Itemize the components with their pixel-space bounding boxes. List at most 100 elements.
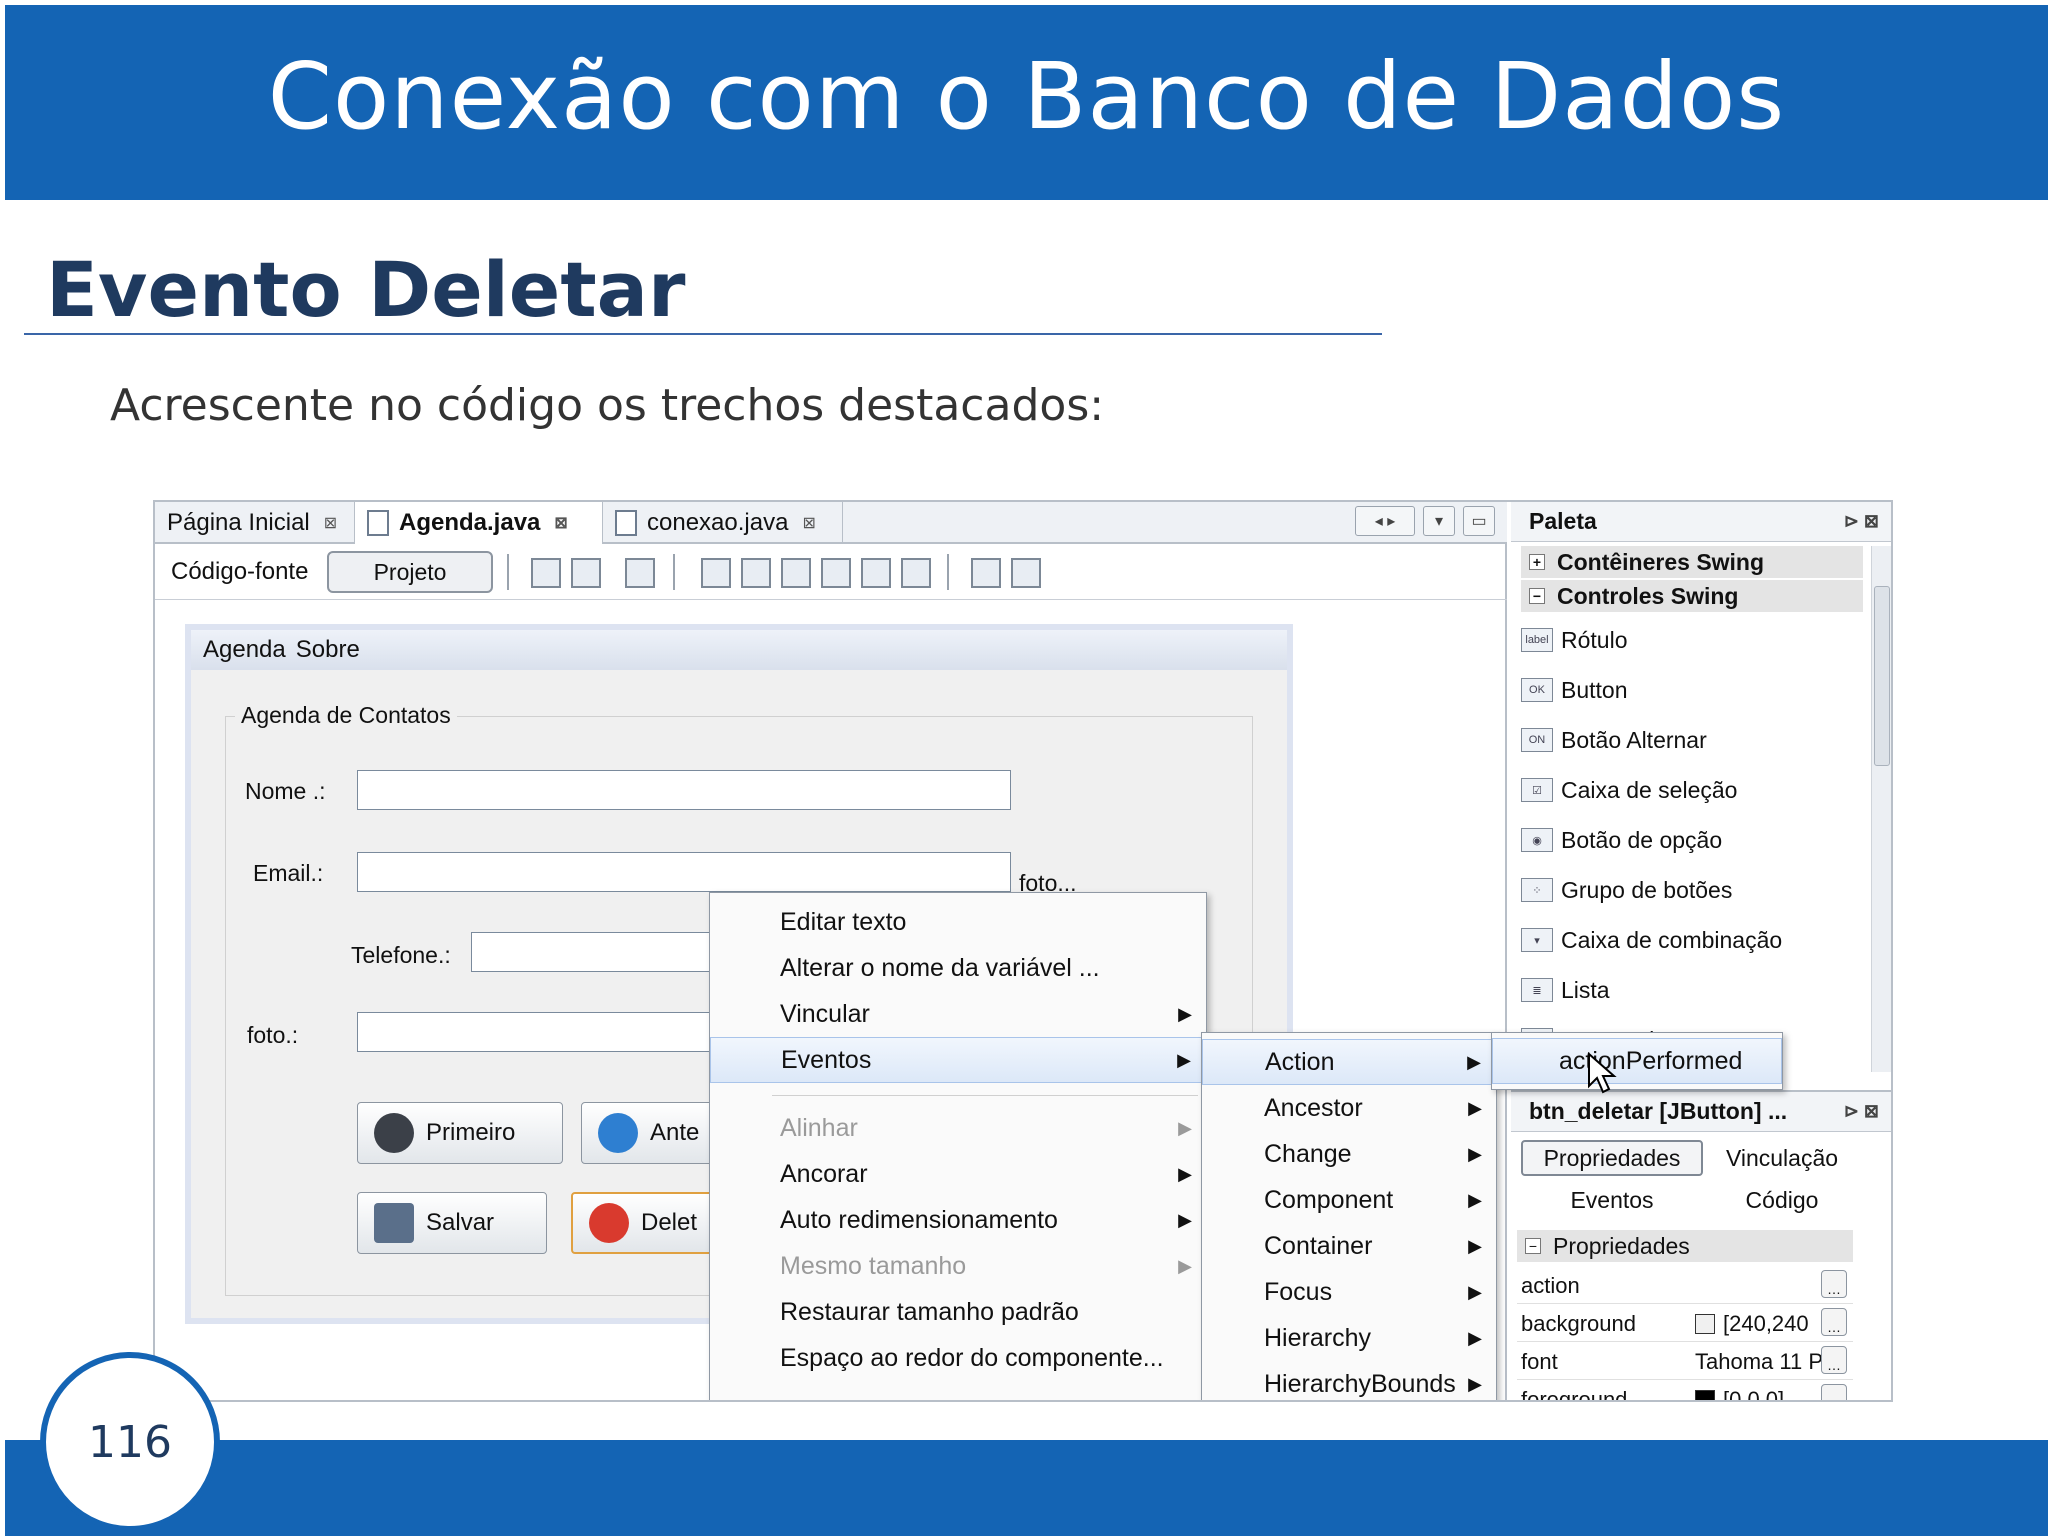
resize-vertical-icon[interactable] <box>1011 558 1041 588</box>
tab-conexao-java[interactable]: conexao.java ⊠ <box>603 502 843 544</box>
menu-item-auto-redimensionamento[interactable]: Auto redimensionamento ▶ <box>710 1197 1206 1243</box>
property-key: foreground <box>1521 1387 1628 1402</box>
menu-item-ancorar[interactable]: Ancorar ▶ <box>710 1151 1206 1197</box>
expand-icon: + <box>1529 554 1545 570</box>
align-top-icon[interactable] <box>821 558 851 588</box>
primeiro-button[interactable]: Primeiro <box>357 1102 563 1164</box>
tab-agenda-java[interactable]: Agenda.java ⊠ <box>355 502 603 544</box>
menu-item-espaco-componente[interactable]: Espaço ao redor do componente... <box>710 1335 1206 1381</box>
salvar-button[interactable]: Salvar <box>357 1192 547 1254</box>
center-horizontal-icon[interactable] <box>781 558 811 588</box>
ellipsis-button[interactable]: … <box>1821 1384 1847 1400</box>
design-view-button[interactable]: Projeto <box>327 551 493 593</box>
menu-item-ancestor[interactable]: Ancestor ▶ <box>1202 1085 1496 1131</box>
chevron-down-icon[interactable]: ▾ <box>1423 506 1455 536</box>
submenu-arrow-icon: ▶ <box>1178 1003 1192 1024</box>
foto-input[interactable] <box>357 1012 717 1052</box>
palette-item-button[interactable]: OK Button <box>1521 670 1628 710</box>
property-row-action[interactable]: action … <box>1517 1266 1853 1304</box>
menu-item-hierarchy[interactable]: Hierarchy ▶ <box>1202 1315 1496 1361</box>
menu-item-vincular[interactable]: Vincular ▶ <box>710 991 1206 1037</box>
center-vertical-icon[interactable] <box>901 558 931 588</box>
property-value: [0,0,0] <box>1695 1387 1784 1400</box>
salvar-button-label: Salvar <box>426 1209 495 1236</box>
tab-codigo[interactable]: Código <box>1707 1182 1857 1218</box>
combobox-icon: ▾ <box>1521 928 1553 952</box>
menu-item-label: Container <box>1264 1231 1373 1260</box>
close-icon[interactable]: ⊠ <box>324 513 337 533</box>
menu-item-change[interactable]: Change ▶ <box>1202 1131 1496 1177</box>
menu-item-focus[interactable]: Focus ▶ <box>1202 1269 1496 1315</box>
palette-item-label: Button <box>1561 676 1628 703</box>
palette-category-controls[interactable]: − Controles Swing <box>1521 580 1863 612</box>
palette-item-checkbox[interactable]: ☑ Caixa de seleção <box>1521 770 1737 810</box>
resize-horizontal-icon[interactable] <box>971 558 1001 588</box>
preview-design-icon[interactable] <box>625 558 655 588</box>
close-icon[interactable]: ⊠ <box>802 513 815 533</box>
toggle-button-icon: ON <box>1521 728 1553 752</box>
tab-vinculacao[interactable]: Vinculação <box>1707 1140 1857 1176</box>
connection-mode-icon[interactable] <box>571 558 601 588</box>
editor-toolbar: Código-fonte Projeto <box>155 544 1507 600</box>
properties-section[interactable]: − Propriedades <box>1517 1230 1853 1262</box>
maximize-icon[interactable]: ▭ <box>1463 506 1495 536</box>
nome-input[interactable] <box>357 770 1011 810</box>
scrollbar-thumb[interactable] <box>1874 586 1890 766</box>
palette-item-combobox[interactable]: ▾ Caixa de combinação <box>1521 920 1782 960</box>
panel-controls-icon[interactable]: ⊳ ⊠ <box>1844 1101 1879 1122</box>
submenu-arrow-icon: ▶ <box>1178 1255 1192 1276</box>
source-view-toggle[interactable]: Código-fonte <box>171 558 308 586</box>
align-left-icon[interactable] <box>701 558 731 588</box>
property-row-foreground[interactable]: foreground [0,0,0] … <box>1517 1380 1853 1402</box>
property-value-text: [240,240 <box>1723 1311 1809 1336</box>
tab-pagina-inicial[interactable]: Página Inicial ⊠ <box>155 502 355 544</box>
palette-item-radio[interactable]: ◉ Botão de opção <box>1521 820 1722 860</box>
property-row-background[interactable]: background [240,240 … <box>1517 1304 1853 1342</box>
palette-item-button-group[interactable]: ⁘ Grupo de botões <box>1521 870 1732 910</box>
align-right-icon[interactable] <box>741 558 771 588</box>
palette-item-toggle[interactable]: ON Botão Alternar <box>1521 720 1707 760</box>
menu-item-action[interactable]: Action ▶ <box>1202 1039 1496 1085</box>
menu-item-label: Mesmo tamanho <box>780 1251 967 1280</box>
menu-item-container[interactable]: Container ▶ <box>1202 1223 1496 1269</box>
telefone-label: Telefone.: <box>351 942 451 968</box>
close-icon[interactable]: ⊠ <box>554 513 567 533</box>
panel-controls-icon[interactable]: ⊳ ⊠ <box>1844 511 1879 532</box>
palette-item-rotulo[interactable]: label Rótulo <box>1521 620 1627 660</box>
ellipsis-button[interactable]: … <box>1821 1346 1847 1374</box>
scroll-tabs-icon[interactable]: ◂ ▸ <box>1355 506 1415 536</box>
title-banner: Conexão com o Banco de Dados <box>5 5 2048 200</box>
property-value: [240,240 <box>1695 1311 1809 1337</box>
property-row-font[interactable]: font Tahoma 11 P … <box>1517 1342 1853 1380</box>
palette-item-list[interactable]: ≣ Lista <box>1521 970 1610 1010</box>
deletar-button[interactable]: Delet <box>571 1192 721 1254</box>
menu-item-alinhar: Alinhar ▶ <box>710 1105 1206 1151</box>
align-bottom-icon[interactable] <box>861 558 891 588</box>
ellipsis-button[interactable]: … <box>1821 1308 1847 1336</box>
telefone-input[interactable] <box>471 932 711 972</box>
menu-item-alterar-nome[interactable]: Alterar o nome da variável ... <box>710 945 1206 991</box>
menu-item-action-performed[interactable]: actionPerformed <box>1492 1038 1782 1084</box>
tab-eventos[interactable]: Eventos <box>1521 1182 1703 1218</box>
palette-panel: Paleta ⊳ ⊠ + Contêineres Swing − Control… <box>1511 502 1891 1074</box>
menu-item-component[interactable]: Component ▶ <box>1202 1177 1496 1223</box>
email-input[interactable] <box>357 852 1011 892</box>
submenu-arrow-icon: ▶ <box>1467 1051 1481 1072</box>
menu-item-eventos[interactable]: Eventos ▶ <box>710 1037 1206 1083</box>
palette-category-containers[interactable]: + Contêineres Swing <box>1521 546 1863 578</box>
ellipsis-button[interactable]: … <box>1821 1270 1847 1298</box>
menu-item-hierarchy-bounds[interactable]: HierarchyBounds ▶ <box>1202 1361 1496 1400</box>
button-icon: OK <box>1521 678 1553 702</box>
palette-scrollbar[interactable] <box>1871 546 1891 1072</box>
menu-agenda[interactable]: Agenda <box>203 636 286 664</box>
tab-propriedades[interactable]: Propriedades <box>1521 1140 1703 1176</box>
menu-item-label: HierarchyBounds <box>1264 1369 1456 1398</box>
tab-label: conexao.java <box>647 509 789 536</box>
selection-mode-icon[interactable] <box>531 558 561 588</box>
menu-item-editar-texto[interactable]: Editar texto <box>710 899 1206 945</box>
anterior-button[interactable]: Ante <box>581 1102 721 1164</box>
back-arrow-icon <box>598 1113 638 1153</box>
page-number-badge: 116 <box>40 1352 220 1532</box>
menu-sobre[interactable]: Sobre <box>296 636 360 664</box>
menu-item-restaurar-tamanho[interactable]: Restaurar tamanho padrão <box>710 1289 1206 1335</box>
